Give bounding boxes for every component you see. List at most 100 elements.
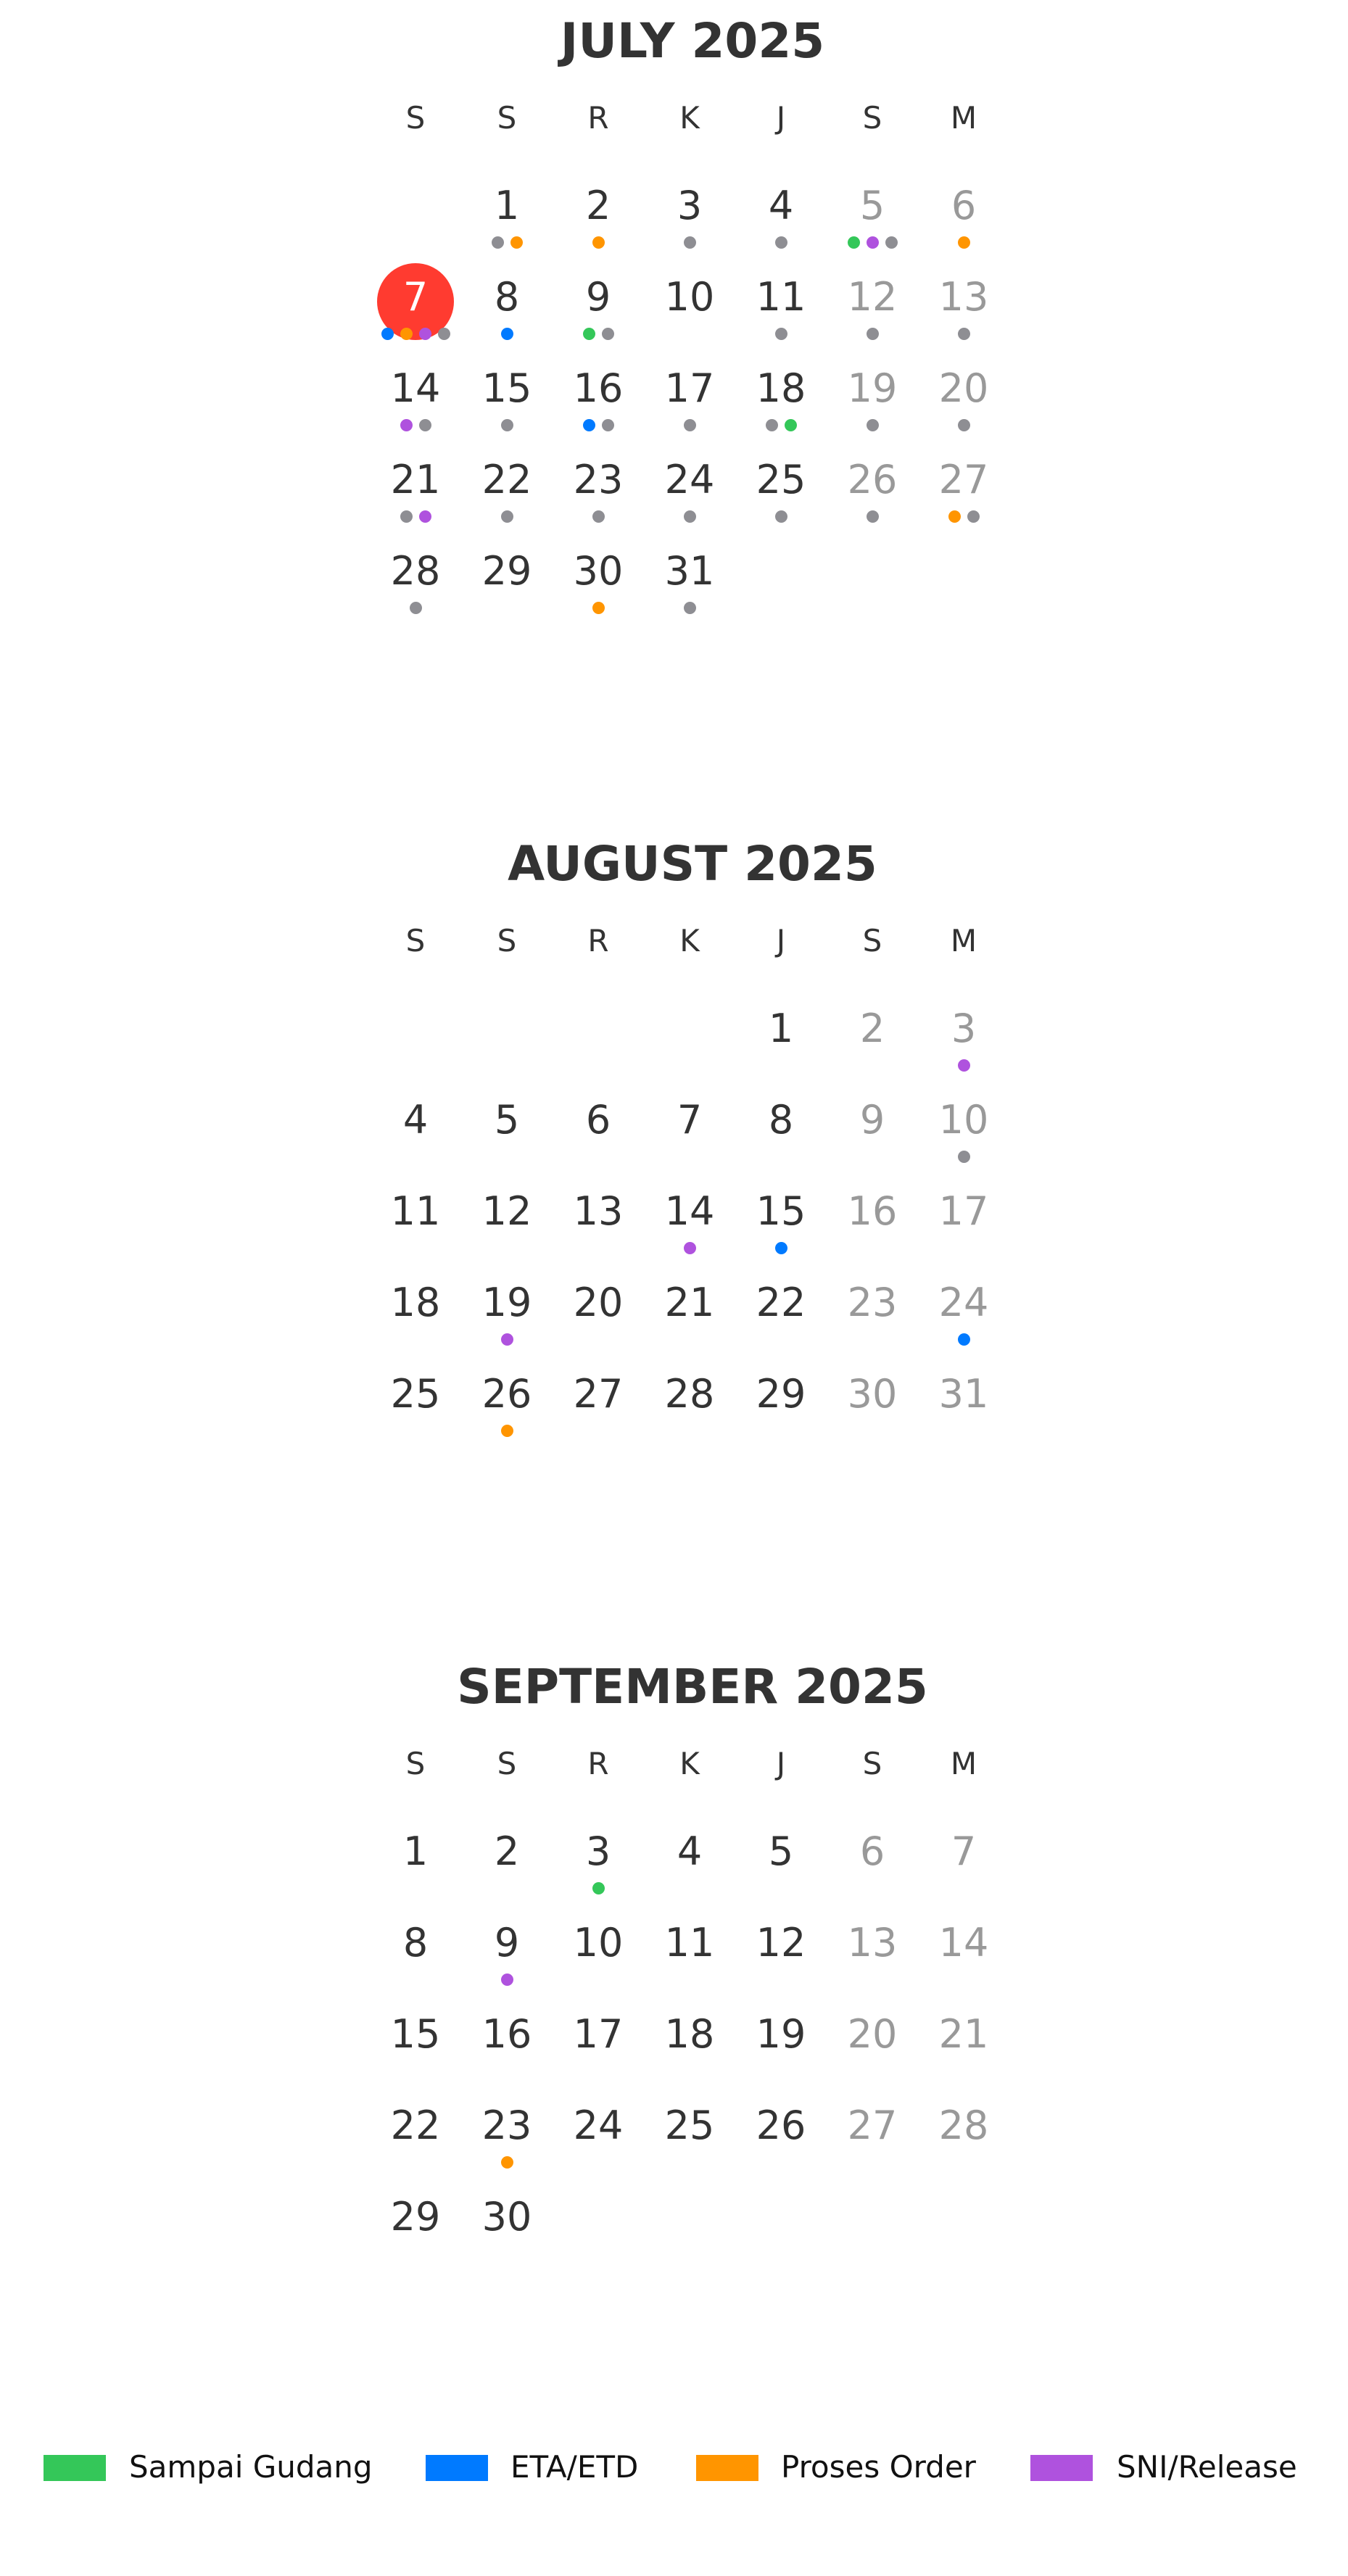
day-cell[interactable]: 25	[646, 2087, 733, 2174]
day-cell[interactable]: 25	[737, 441, 824, 528]
day-cell[interactable]: 27	[920, 441, 1007, 528]
day-cell[interactable]: 6	[829, 1813, 916, 1900]
day-cell[interactable]: 18	[737, 349, 824, 436]
day-cell[interactable]: 15	[372, 1995, 459, 2082]
day-cell[interactable]: 30	[463, 2178, 550, 2265]
day-cell[interactable]: 3	[920, 990, 1007, 1077]
event-dots	[829, 510, 916, 523]
day-cell[interactable]: 4	[646, 1813, 733, 1900]
day-cell[interactable]: 10	[920, 1081, 1007, 1168]
day-cell[interactable]: 13	[829, 1904, 916, 1991]
day-cell[interactable]: 10	[646, 258, 733, 345]
day-cell[interactable]: 19	[829, 349, 916, 436]
day-cell[interactable]: 20	[920, 349, 1007, 436]
day-cell[interactable]: 31	[920, 1355, 1007, 1442]
day-cell[interactable]: 18	[372, 1264, 459, 1351]
day-cell[interactable]: 9	[463, 1904, 550, 1991]
day-cell[interactable]: 27	[829, 2087, 916, 2174]
day-cell[interactable]: 1	[372, 1813, 459, 1900]
day-cell[interactable]: 2	[463, 1813, 550, 1900]
day-cell[interactable]: 5	[463, 1081, 550, 1168]
day-cell[interactable]: 22	[463, 441, 550, 528]
day-cell[interactable]: 31	[646, 532, 733, 619]
event-dots	[646, 419, 733, 432]
day-cell[interactable]: 24	[920, 1264, 1007, 1351]
day-cell[interactable]: 16	[829, 1172, 916, 1259]
day-cell[interactable]: 7	[920, 1813, 1007, 1900]
day-cell[interactable]: 19	[737, 1995, 824, 2082]
day-cell[interactable]: 8	[463, 258, 550, 345]
day-cell[interactable]: 4	[372, 1081, 459, 1168]
day-cell[interactable]: 4	[737, 167, 824, 254]
day-cell[interactable]: 3	[555, 1813, 642, 1900]
day-cell[interactable]: 14	[372, 349, 459, 436]
day-cell[interactable]: 17	[646, 349, 733, 436]
day-cell[interactable]: 3	[646, 167, 733, 254]
day-cell[interactable]: 10	[555, 1904, 642, 1991]
day-number: 4	[677, 1829, 703, 1874]
day-cell[interactable]: 5	[737, 1813, 824, 1900]
day-cell[interactable]: 26	[463, 1355, 550, 1442]
day-cell[interactable]: 14	[920, 1904, 1007, 1991]
day-cell[interactable]: 23	[829, 1264, 916, 1351]
day-cell[interactable]: 26	[737, 2087, 824, 2174]
day-cell[interactable]: 26	[829, 441, 916, 528]
day-cell[interactable]: 17	[920, 1172, 1007, 1259]
day-cell[interactable]: 30	[829, 1355, 916, 1442]
day-cell[interactable]: 20	[829, 1995, 916, 2082]
day-cell[interactable]: 21	[920, 1995, 1007, 2082]
day-cell[interactable]: 15	[463, 349, 550, 436]
day-cell[interactable]: 7	[646, 1081, 733, 1168]
day-cell[interactable]: 23	[555, 441, 642, 528]
event-dots	[463, 236, 550, 249]
day-cell[interactable]: 27	[555, 1355, 642, 1442]
day-cell[interactable]: 16	[463, 1995, 550, 2082]
day-cell[interactable]: 29	[463, 532, 550, 619]
day-cell[interactable]: 9	[555, 258, 642, 345]
day-number: 21	[938, 2011, 989, 2057]
day-cell[interactable]: 28	[372, 532, 459, 619]
day-cell[interactable]: 20	[555, 1264, 642, 1351]
day-cell[interactable]: 2	[555, 167, 642, 254]
day-cell[interactable]: 22	[372, 2087, 459, 2174]
day-cell[interactable]: 18	[646, 1995, 733, 2082]
day-cell[interactable]: 28	[646, 1355, 733, 1442]
day-cell[interactable]: 29	[372, 2178, 459, 2265]
day-cell[interactable]: 11	[646, 1904, 733, 1991]
weekday-header: R	[587, 923, 609, 958]
day-cell[interactable]: 30	[555, 532, 642, 619]
day-cell[interactable]: 12	[737, 1904, 824, 1991]
day-cell[interactable]: 9	[829, 1081, 916, 1168]
day-cell[interactable]: 21	[646, 1264, 733, 1351]
day-cell[interactable]: 1	[737, 990, 824, 1077]
day-cell[interactable]: 11	[737, 258, 824, 345]
day-cell[interactable]: 7	[372, 258, 459, 345]
day-cell[interactable]: 28	[920, 2087, 1007, 2174]
event-dots	[737, 236, 824, 249]
day-cell[interactable]: 24	[555, 2087, 642, 2174]
day-cell[interactable]: 29	[737, 1355, 824, 1442]
day-cell[interactable]: 21	[372, 441, 459, 528]
day-cell[interactable]: 17	[555, 1995, 642, 2082]
day-cell[interactable]: 11	[372, 1172, 459, 1259]
day-cell[interactable]: 13	[920, 258, 1007, 345]
day-cell[interactable]: 13	[555, 1172, 642, 1259]
day-cell[interactable]: 8	[737, 1081, 824, 1168]
day-cell[interactable]: 16	[555, 349, 642, 436]
day-cell[interactable]: 23	[463, 2087, 550, 2174]
day-cell[interactable]: 25	[372, 1355, 459, 1442]
day-cell[interactable]: 2	[829, 990, 916, 1077]
day-cell[interactable]: 12	[829, 258, 916, 345]
day-cell[interactable]: 5	[829, 167, 916, 254]
weekday-header: R	[587, 100, 609, 136]
day-cell[interactable]: 6	[555, 1081, 642, 1168]
day-cell[interactable]: 12	[463, 1172, 550, 1259]
day-cell[interactable]: 14	[646, 1172, 733, 1259]
day-cell[interactable]: 19	[463, 1264, 550, 1351]
day-cell[interactable]: 15	[737, 1172, 824, 1259]
day-cell[interactable]: 22	[737, 1264, 824, 1351]
day-cell[interactable]: 24	[646, 441, 733, 528]
day-cell[interactable]: 8	[372, 1904, 459, 1991]
day-cell[interactable]: 6	[920, 167, 1007, 254]
day-cell[interactable]: 1	[463, 167, 550, 254]
